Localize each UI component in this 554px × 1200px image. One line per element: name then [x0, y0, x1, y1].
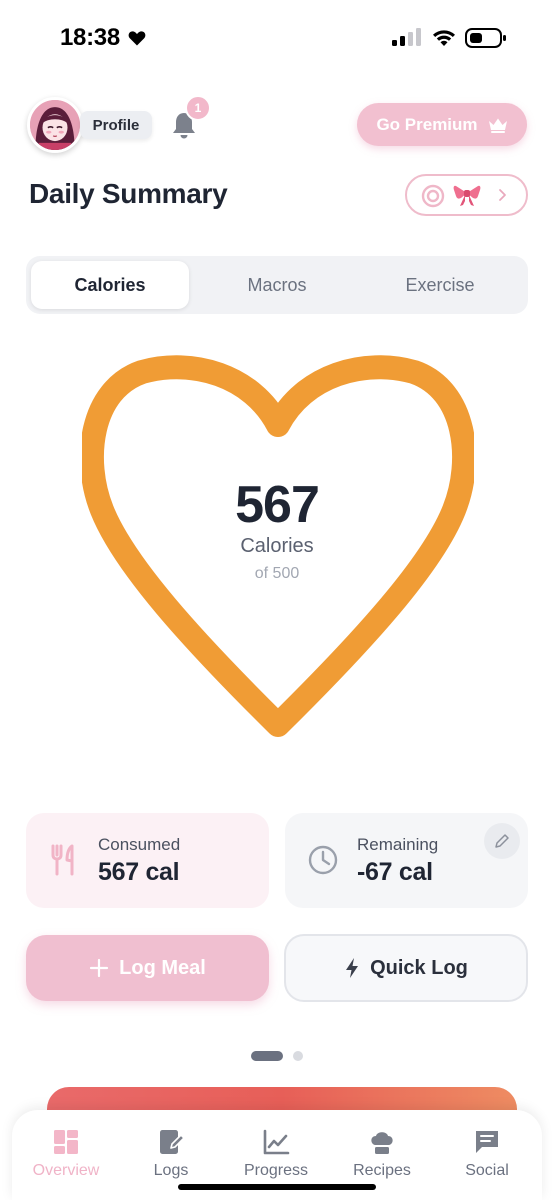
- nav-overview-label: Overview: [32, 1162, 100, 1179]
- calorie-unit-label: Calories: [240, 535, 314, 557]
- heart-icon: [128, 31, 146, 46]
- pager-dot[interactable]: [293, 1051, 303, 1061]
- remaining-label: Remaining: [357, 835, 439, 854]
- profile-button[interactable]: Profile: [80, 111, 152, 139]
- crown-icon: [488, 118, 507, 133]
- wifi-icon: [433, 30, 455, 46]
- clock-icon: [308, 845, 338, 875]
- nav-progress[interactable]: Progress: [226, 1128, 326, 1188]
- pencil-icon: [495, 834, 509, 848]
- tab-exercise[interactable]: Exercise: [361, 261, 519, 309]
- go-premium-button[interactable]: Go Premium: [357, 103, 527, 146]
- nav-overview[interactable]: Overview: [16, 1128, 116, 1188]
- home-indicator: [178, 1184, 376, 1190]
- remaining-card: Remaining -67 cal: [285, 813, 528, 908]
- chevron-right-icon: [499, 189, 506, 201]
- logs-icon: [160, 1130, 185, 1154]
- quick-log-label: Quick Log: [370, 956, 468, 979]
- nav-social[interactable]: Social: [437, 1128, 537, 1188]
- chat-bubble-icon: [476, 1131, 498, 1153]
- fork-knife-icon: [51, 844, 74, 876]
- battery-icon: [465, 28, 506, 48]
- chef-hat-icon: [371, 1132, 393, 1154]
- goal-selector-button[interactable]: [405, 174, 528, 216]
- calorie-value: 567: [235, 476, 320, 534]
- nav-recipes[interactable]: Recipes: [332, 1128, 432, 1188]
- status-bar: 18:38: [0, 0, 554, 76]
- consumed-label: Consumed: [98, 835, 181, 854]
- nav-logs-label: Logs: [153, 1162, 189, 1179]
- quick-log-button[interactable]: Quick Log: [284, 934, 528, 1002]
- go-premium-label: Go Premium: [376, 114, 478, 134]
- plus-icon: [90, 958, 109, 978]
- avatar[interactable]: [27, 97, 83, 153]
- summary-tabs: Calories Macros Exercise: [26, 256, 528, 314]
- nav-progress-label: Progress: [243, 1162, 309, 1179]
- avatar-image: [30, 100, 80, 150]
- tab-macros[interactable]: Macros: [198, 261, 356, 309]
- lightning-icon: [346, 958, 359, 978]
- tab-calories[interactable]: Calories: [31, 261, 189, 309]
- nav-recipes-label: Recipes: [353, 1162, 411, 1179]
- page-title: Daily Summary: [29, 178, 228, 209]
- status-time: 18:38: [60, 24, 120, 51]
- bow-icon: [453, 185, 481, 206]
- nav-logs[interactable]: Logs: [121, 1128, 221, 1188]
- log-meal-label: Log Meal: [119, 956, 206, 979]
- log-meal-button[interactable]: Log Meal: [26, 935, 269, 1001]
- remaining-value: -67 cal: [357, 858, 433, 886]
- consumed-value: 567 cal: [98, 858, 180, 886]
- edit-goal-button[interactable]: [484, 823, 520, 859]
- target-icon: [421, 184, 445, 208]
- pager-dot-active[interactable]: [251, 1051, 283, 1061]
- notification-badge: 1: [185, 95, 211, 121]
- progress-icon: [263, 1129, 290, 1155]
- consumed-card: Consumed 567 cal: [26, 813, 269, 908]
- overview-icon: [54, 1130, 78, 1154]
- cellular-signal-icon: [392, 28, 421, 46]
- calorie-goal-text: of 500: [254, 565, 300, 582]
- nav-social-label: Social: [465, 1162, 509, 1179]
